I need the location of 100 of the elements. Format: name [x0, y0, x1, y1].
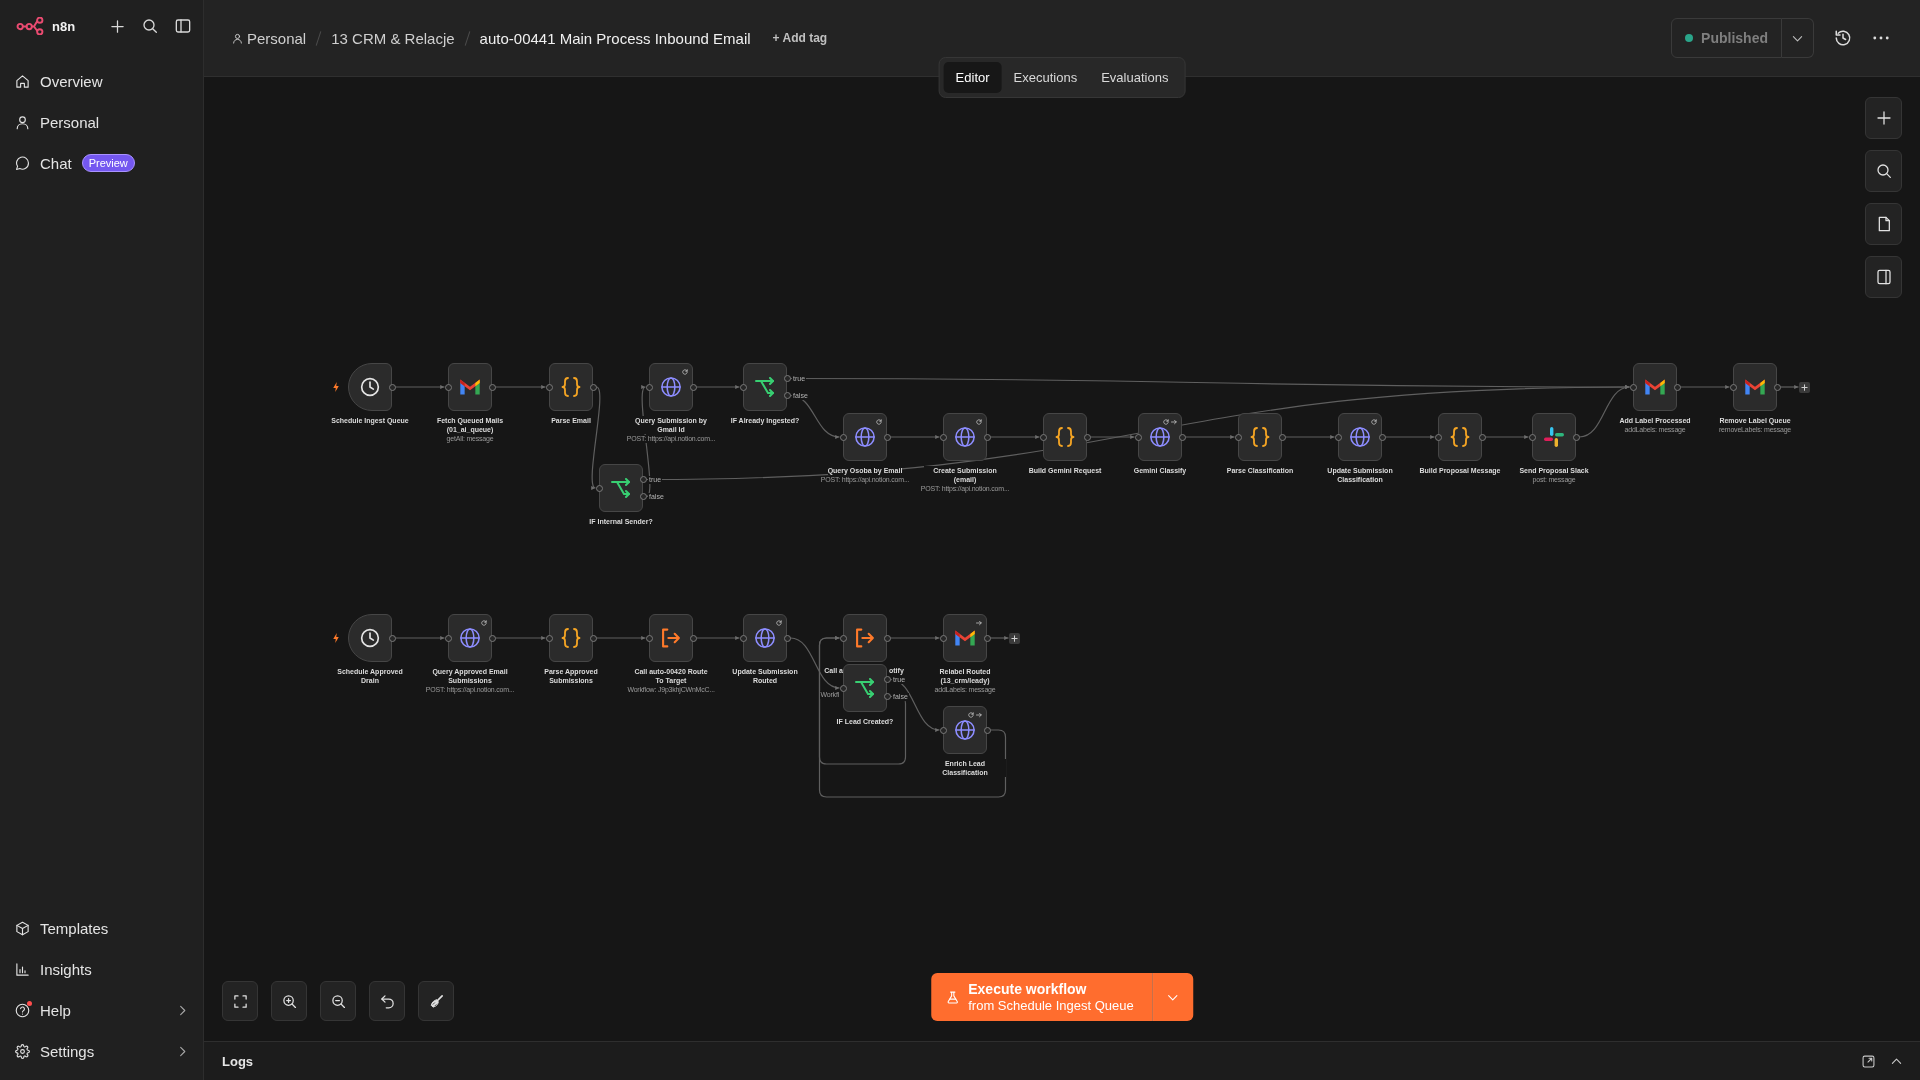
publish-button[interactable]: Published	[1671, 18, 1782, 58]
nav-item[interactable]: Chat Preview	[8, 147, 195, 179]
input-handle[interactable]	[739, 383, 747, 391]
output-handle[interactable]	[639, 493, 647, 500]
workflow-node[interactable]	[1338, 413, 1382, 461]
workflow-node[interactable]	[943, 614, 987, 662]
zoom-in-button[interactable]	[271, 981, 307, 1021]
output-handle[interactable]	[983, 634, 991, 642]
input-handle[interactable]	[545, 383, 553, 391]
note-button[interactable]	[1865, 203, 1902, 245]
input-handle[interactable]	[939, 726, 947, 734]
output-handle[interactable]	[689, 634, 697, 642]
input-handle[interactable]	[1528, 433, 1536, 441]
workflow-node[interactable]	[448, 363, 492, 411]
output-handle[interactable]	[783, 392, 791, 399]
input-handle[interactable]	[839, 684, 847, 692]
workflow-node[interactable]	[649, 614, 693, 662]
add-tag-button[interactable]: + Add tag	[772, 31, 828, 45]
search-button[interactable]	[142, 18, 158, 34]
workflow-node[interactable]	[843, 614, 887, 662]
workflow-node[interactable]	[1238, 413, 1282, 461]
output-handle[interactable]	[1278, 433, 1286, 441]
nav-item[interactable]: Settings	[8, 1035, 195, 1067]
input-handle[interactable]	[545, 634, 553, 642]
search-button[interactable]	[1865, 150, 1902, 192]
output-handle[interactable]	[783, 375, 791, 382]
workflow-node[interactable]	[743, 363, 787, 411]
breadcrumb-link[interactable]: Personal	[232, 29, 307, 47]
output-handle[interactable]	[488, 383, 496, 391]
workflow-node[interactable]	[1138, 413, 1182, 461]
output-handle[interactable]	[1083, 433, 1091, 441]
breadcrumb-link[interactable]: 13 CRM & Relacje	[331, 29, 455, 47]
add-node-button[interactable]	[1799, 381, 1810, 393]
workflow-node[interactable]	[1733, 363, 1777, 411]
sidebar-toggle-button[interactable]	[175, 18, 191, 34]
workflow-node[interactable]	[943, 413, 987, 461]
output-handle[interactable]	[983, 726, 991, 734]
input-handle[interactable]	[839, 433, 847, 441]
output-handle[interactable]	[1178, 433, 1186, 441]
input-handle[interactable]	[1434, 433, 1442, 441]
output-handle[interactable]	[1378, 433, 1386, 441]
input-handle[interactable]	[595, 484, 603, 492]
workflow-name[interactable]: auto-00441 Main Process Inbound Email	[479, 29, 751, 47]
undo-button[interactable]	[369, 981, 405, 1021]
panel-button[interactable]	[1865, 256, 1902, 298]
output-handle[interactable]	[883, 634, 891, 642]
output-handle[interactable]	[388, 383, 396, 391]
workflow-node[interactable]	[943, 706, 987, 754]
input-handle[interactable]	[939, 634, 947, 642]
add-button[interactable]	[1865, 97, 1902, 139]
input-handle[interactable]	[1039, 433, 1047, 441]
input-handle[interactable]	[939, 433, 947, 441]
workflow-node[interactable]	[1438, 413, 1482, 461]
workflow-node[interactable]	[549, 614, 593, 662]
input-handle[interactable]	[1334, 433, 1342, 441]
output-handle[interactable]	[689, 383, 697, 391]
input-handle[interactable]	[1629, 383, 1637, 391]
input-handle[interactable]	[1729, 383, 1737, 391]
workflow-node[interactable]	[649, 363, 693, 411]
workflow-node[interactable]	[348, 614, 392, 662]
input-handle[interactable]	[739, 634, 747, 642]
zoom-out-button[interactable]	[320, 981, 356, 1021]
workflow-node[interactable]	[448, 614, 492, 662]
tab[interactable]: Evaluations	[1089, 62, 1181, 93]
tab[interactable]: Executions	[1001, 62, 1090, 93]
history-button[interactable]	[1834, 29, 1852, 47]
workflow-node[interactable]	[843, 664, 887, 712]
output-handle[interactable]	[883, 693, 891, 700]
nav-item[interactable]: Personal	[8, 106, 195, 138]
output-handle[interactable]	[1572, 433, 1580, 441]
output-handle[interactable]	[983, 433, 991, 441]
add-node-button[interactable]	[1009, 632, 1020, 644]
pop-out-button[interactable]	[1862, 1054, 1875, 1068]
workflow-node[interactable]	[843, 413, 887, 461]
tidy-up-button[interactable]	[418, 981, 454, 1021]
tab[interactable]: Editor	[943, 62, 1002, 93]
output-handle[interactable]	[883, 676, 891, 683]
output-handle[interactable]	[783, 634, 791, 642]
output-handle[interactable]	[883, 433, 891, 441]
input-handle[interactable]	[839, 634, 847, 642]
input-handle[interactable]	[645, 383, 653, 391]
nav-item[interactable]: Insights	[8, 953, 195, 985]
input-handle[interactable]	[1134, 433, 1142, 441]
workflow-node[interactable]	[743, 614, 787, 662]
output-handle[interactable]	[589, 383, 597, 391]
workflow-node[interactable]	[1532, 413, 1576, 461]
input-handle[interactable]	[444, 634, 452, 642]
output-handle[interactable]	[1673, 383, 1681, 391]
more-button[interactable]	[1873, 36, 1889, 40]
workflow-node[interactable]	[1043, 413, 1087, 461]
input-handle[interactable]	[645, 634, 653, 642]
workflow-node[interactable]	[1633, 363, 1677, 411]
workflow-node[interactable]	[549, 363, 593, 411]
fit-view-button[interactable]	[222, 981, 258, 1021]
output-handle[interactable]	[639, 476, 647, 483]
output-handle[interactable]	[1478, 433, 1486, 441]
input-handle[interactable]	[444, 383, 452, 391]
workflow-node[interactable]	[348, 363, 392, 411]
output-handle[interactable]	[1773, 383, 1781, 391]
output-handle[interactable]	[388, 634, 396, 642]
